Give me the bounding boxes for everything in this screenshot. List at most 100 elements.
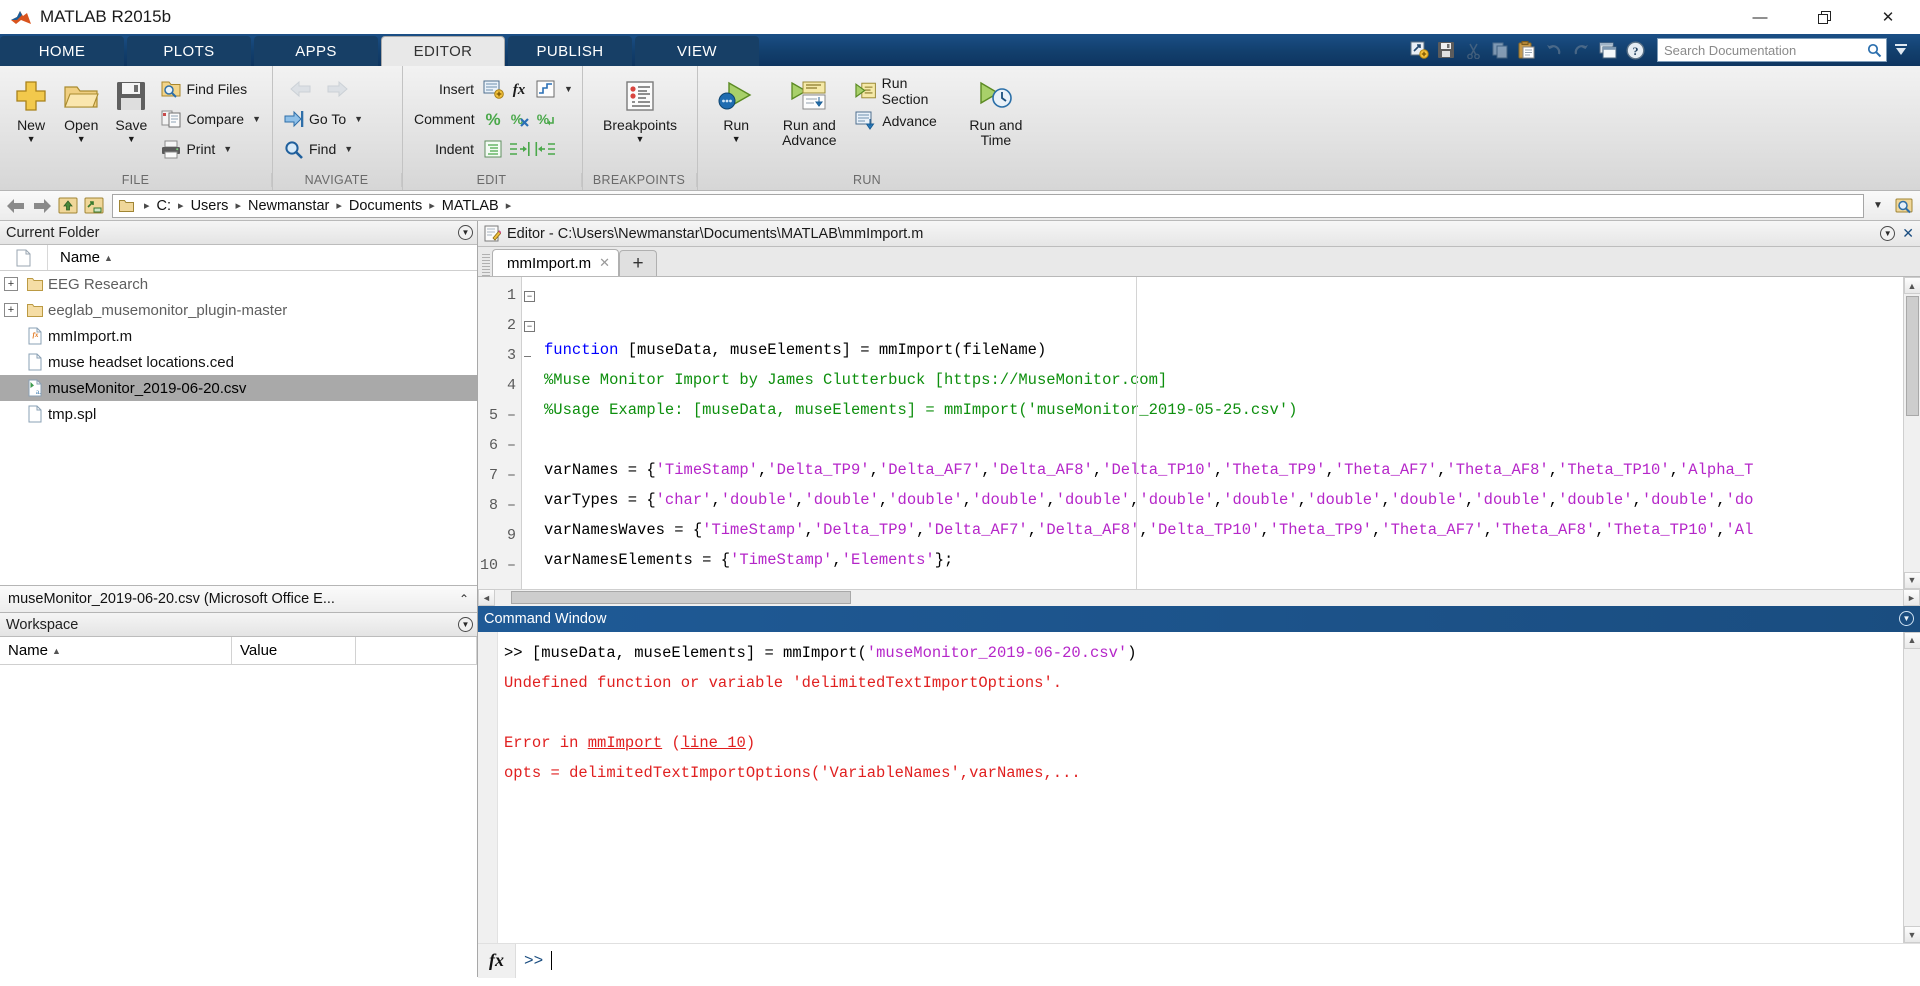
expand-icon[interactable]: + [4, 303, 18, 317]
code-line[interactable]: %Usage Example: [museData, museElements]… [544, 395, 1903, 425]
nav-up-one-level-icon[interactable] [56, 194, 80, 218]
nav-forward-icon[interactable] [30, 194, 54, 218]
file-row-tmp-spl[interactable]: tmp.spl [0, 401, 477, 427]
search-documentation-input[interactable]: Search Documentation [1657, 38, 1887, 62]
editor-vertical-scrollbar[interactable]: ▲ ▼ [1903, 277, 1920, 589]
scroll-down-arrow-icon[interactable]: ▼ [1903, 571, 1920, 589]
tab-drag-grip[interactable] [482, 254, 490, 276]
close-button[interactable]: ✕ [1856, 0, 1920, 34]
workspace-column-value[interactable]: Value [232, 637, 356, 665]
workspace-options-button[interactable]: ▼ [458, 617, 473, 632]
nav-back-icon[interactable] [4, 194, 28, 218]
file-row-muse-headset-locations[interactable]: muse headset locations.ced [0, 349, 477, 375]
code-line[interactable]: varNamesElements = {'TimeStamp','Element… [544, 545, 1903, 575]
go-to-caret[interactable]: ▼ [354, 114, 363, 124]
tab-editor[interactable]: EDITOR [381, 36, 505, 66]
error-link[interactable]: line 10 [681, 734, 746, 752]
tab-apps[interactable]: APPS [254, 36, 378, 66]
editor-tab-close-icon[interactable]: ✕ [599, 255, 610, 271]
breadcrumb-item-c[interactable]: C: [157, 198, 172, 214]
run-section-button[interactable]: Run Section [850, 75, 960, 107]
find-button[interactable]: Find ▼ [279, 134, 368, 164]
advance-button[interactable]: Advance [850, 106, 960, 136]
insert-button[interactable]: Insert fx ▼ [409, 74, 578, 104]
save-button-caret[interactable]: ▼ [127, 134, 136, 144]
tab-view[interactable]: VIEW [635, 36, 759, 66]
error-link[interactable]: mmImport [588, 734, 662, 752]
file-row-eeglab-plugin[interactable]: + eeglab_musemonitor_plugin-master [0, 297, 477, 323]
breakpoints-caret[interactable]: ▼ [636, 134, 645, 144]
file-list-name-column[interactable]: Name ▲ [48, 249, 477, 266]
new-editor-tab-button[interactable]: + [619, 250, 658, 276]
insert-caret[interactable]: ▼ [564, 84, 573, 94]
editor-code-text[interactable]: function [museData, museElements] = mmIm… [538, 277, 1903, 589]
help-icon[interactable]: ? [1622, 38, 1648, 62]
file-details-collapse-icon[interactable]: ⌃ [459, 592, 469, 606]
breadcrumb-item-users[interactable]: Users [191, 198, 229, 214]
breadcrumb-item-newmanstar[interactable]: Newmanstar [248, 198, 329, 214]
indent-button[interactable]: Indent [409, 134, 578, 164]
code-line[interactable]: varTypes = {'char','double','double','do… [544, 485, 1903, 515]
editor-fold-column[interactable]: − − [522, 277, 538, 589]
command-window-vertical-scrollbar[interactable]: ▲ ▼ [1903, 631, 1920, 943]
tab-publish[interactable]: PUBLISH [508, 36, 632, 66]
file-row-musemonitor-csv[interactable]: a. museMonitor_2019-06-20.csv [0, 375, 477, 401]
breadcrumb[interactable]: ▸ C: ▸ Users ▸ Newmanstar ▸ Documents ▸ … [112, 193, 1864, 218]
tab-home[interactable]: HOME [0, 36, 124, 66]
scroll-up-arrow-icon[interactable]: ▲ [1903, 631, 1920, 649]
editor-horizontal-scrollbar[interactable]: ◄ ► [478, 588, 1920, 606]
editor-scroll-thumb[interactable] [1905, 296, 1919, 416]
code-line[interactable]: varNamesWaves = {'TimeStamp','Delta_TP9'… [544, 515, 1903, 545]
tab-plots[interactable]: PLOTS [127, 36, 251, 66]
code-line[interactable] [544, 425, 1903, 455]
new-shortcut-icon[interactable] [1406, 38, 1432, 62]
browse-path-search-icon[interactable] [1892, 194, 1916, 218]
current-folder-options-button[interactable]: ▼ [458, 225, 473, 240]
scroll-left-arrow-icon[interactable]: ◄ [478, 589, 495, 606]
breadcrumb-item-matlab[interactable]: MATLAB [442, 198, 499, 214]
code-line[interactable]: varNames = {'TimeStamp','Delta_TP9','Del… [544, 455, 1903, 485]
scroll-down-arrow-icon[interactable]: ▼ [1903, 926, 1920, 943]
comment-button[interactable]: Comment % % % [409, 104, 578, 134]
scroll-right-arrow-icon[interactable]: ► [1903, 589, 1920, 606]
code-line[interactable] [544, 575, 1903, 589]
scroll-up-arrow-icon[interactable]: ▲ [1903, 277, 1920, 294]
print-button[interactable]: Print ▼ [156, 134, 266, 164]
print-caret[interactable]: ▼ [223, 144, 232, 154]
editor-hscroll-thumb[interactable] [511, 591, 851, 604]
expand-icon[interactable]: + [4, 277, 18, 291]
workspace-table[interactable]: Name ▲ Value [0, 637, 477, 977]
command-window-body[interactable]: >> [museData, museElements] = mmImport('… [478, 631, 1920, 944]
fx-function-browser-button[interactable]: fx [478, 943, 516, 978]
breadcrumb-dropdown-icon[interactable]: ▼ [1866, 194, 1890, 218]
command-window-prompt-row[interactable]: fx >> [478, 943, 1920, 978]
run-caret[interactable]: ▼ [732, 134, 741, 144]
file-details-bar[interactable]: museMonitor_2019-06-20.csv (Microsoft Of… [0, 585, 477, 613]
file-row-eeg-research[interactable]: + EEG Research [0, 271, 477, 297]
go-to-button[interactable]: Go To ▼ [279, 104, 368, 134]
nav-browse-folder-icon[interactable] [82, 194, 106, 218]
restore-button[interactable] [1792, 0, 1856, 34]
collapse-ribbon-button[interactable] [1888, 38, 1914, 62]
find-caret[interactable]: ▼ [344, 144, 353, 154]
workspace-column-name[interactable]: Name ▲ [0, 637, 232, 665]
compare-button[interactable]: Compare ▼ [156, 104, 266, 134]
current-folder-file-list[interactable]: Name ▲ + EEG Research + eeglab_musemonit… [0, 245, 477, 585]
command-window-output[interactable]: >> [museData, museElements] = mmImport('… [498, 632, 1903, 944]
workspace-column-extra[interactable] [356, 637, 477, 665]
code-line[interactable]: %Muse Monitor Import by James Clutterbuc… [544, 365, 1903, 395]
command-window-options-button[interactable]: ▼ [1899, 611, 1914, 626]
paste-icon[interactable] [1514, 38, 1540, 62]
breadcrumb-item-documents[interactable]: Documents [349, 198, 422, 214]
file-row-mmimport-m[interactable]: fx mmImport.m [0, 323, 477, 349]
compare-caret[interactable]: ▼ [252, 114, 261, 124]
fold-marker[interactable]: − [522, 281, 538, 311]
find-files-button[interactable]: Find Files [156, 74, 266, 104]
code-line[interactable]: function [museData, museElements] = mmIm… [544, 335, 1903, 365]
save-icon[interactable] [1433, 38, 1459, 62]
editor-options-button[interactable]: ▼ [1880, 226, 1896, 241]
editor-close-button[interactable]: ✕ [1902, 225, 1914, 242]
new-button-caret[interactable]: ▼ [27, 134, 36, 144]
open-button-caret[interactable]: ▼ [77, 134, 86, 144]
editor-tab-mmimport[interactable]: mmImport.m ✕ [492, 249, 620, 276]
